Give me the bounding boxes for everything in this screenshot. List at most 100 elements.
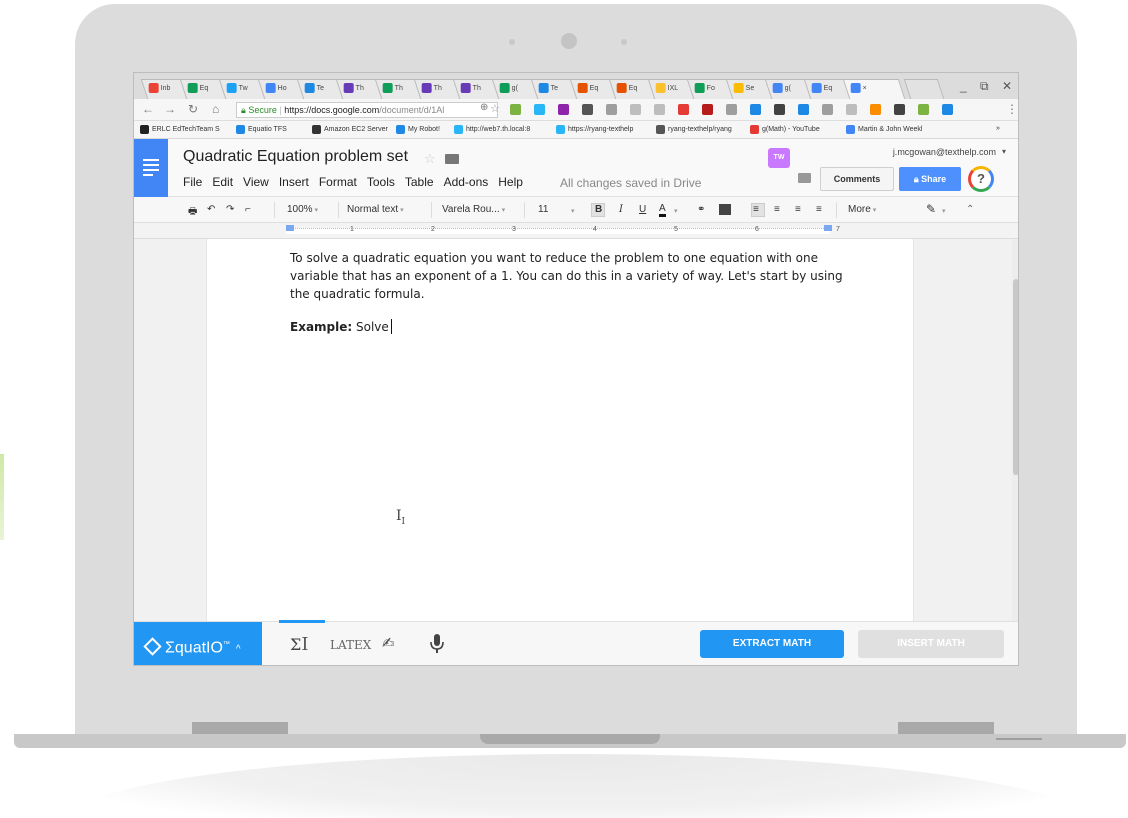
bookmark-item[interactable]: Equatio TFS (236, 125, 287, 134)
menu-help[interactable]: Help (498, 175, 523, 189)
collapse-toolbar-icon[interactable]: ⌃ (966, 204, 974, 215)
restore-icon[interactable]: ⧉ (980, 79, 989, 94)
editing-mode-pencil-icon[interactable]: ✎ (926, 202, 936, 216)
browser-extension-icon[interactable] (918, 104, 929, 115)
undo-icon[interactable]: ↶ (207, 204, 215, 215)
align-right-icon[interactable]: ≡ (795, 204, 801, 215)
bookmark-star-icon[interactable]: ☆ (490, 102, 500, 115)
menu-edit[interactable]: Edit (212, 175, 233, 189)
font-select[interactable]: Varela Rou... (442, 204, 505, 215)
zoom-page-icon[interactable]: ⊕ (480, 102, 488, 113)
browser-extension-icon[interactable] (726, 104, 737, 115)
bookmark-item[interactable]: Martin & John Weekl (846, 125, 922, 134)
share-button[interactable]: 🔒︎ Share (899, 167, 961, 191)
insert-math-button[interactable]: INSERT MATH (858, 630, 1004, 658)
browser-extension-icon[interactable] (582, 104, 593, 115)
comment-add-icon[interactable] (719, 204, 731, 215)
bookmark-item[interactable]: » (996, 125, 1000, 132)
scrollbar-thumb[interactable] (1013, 279, 1018, 475)
menu-table[interactable]: Table (405, 175, 434, 189)
latex-icon[interactable]: LATEX (330, 638, 371, 652)
browser-extension-icon[interactable] (822, 104, 833, 115)
menu-format[interactable]: Format (319, 175, 357, 189)
zoom-select[interactable]: 100% (287, 204, 318, 215)
docs-logo-icon[interactable] (134, 139, 168, 197)
redo-icon[interactable]: ↷ (226, 204, 234, 215)
bookmark-item[interactable]: ERLC EdTechTeam S (140, 125, 220, 134)
bookmark-item[interactable]: http://web7.th.local:8 (454, 125, 530, 134)
texthelp-extension-badge[interactable]: TW (768, 148, 790, 168)
minimize-icon[interactable]: _ (960, 79, 967, 93)
menu-addons[interactable]: Add-ons (444, 175, 489, 189)
menu-tools[interactable]: Tools (367, 175, 395, 189)
more-menu[interactable]: More (848, 204, 876, 215)
browser-extension-icon[interactable] (894, 104, 905, 115)
browser-extension-icon[interactable] (702, 104, 713, 115)
browser-extension-icon[interactable] (678, 104, 689, 115)
url-field[interactable]: 🔒︎ Secure | https://docs.google.com/docu… (236, 102, 498, 118)
style-select[interactable]: Normal text (347, 204, 404, 215)
text-color-chevron-icon[interactable]: ▾ (674, 207, 678, 215)
microphone-icon[interactable] (430, 634, 444, 654)
menu-view[interactable]: View (243, 175, 269, 189)
underline-button[interactable]: U (639, 204, 646, 215)
italic-button[interactable]: I (619, 204, 623, 215)
browser-extension-icon[interactable] (870, 104, 881, 115)
vertical-scrollbar[interactable] (1012, 239, 1018, 621)
back-icon[interactable]: ← (142, 102, 154, 116)
font-size-select[interactable]: 11 (538, 204, 548, 215)
browser-extension-icon[interactable] (750, 104, 761, 115)
chrome-menu-icon[interactable]: ⋮ (1006, 102, 1018, 116)
bold-button[interactable]: B (595, 204, 602, 215)
account-chevron-icon[interactable]: ▾ (1002, 147, 1006, 156)
paint-format-icon[interactable]: ⌐ (245, 204, 251, 215)
bookmark-item[interactable]: ryang-texthelp/ryang (656, 125, 732, 134)
folder-icon[interactable] (445, 154, 459, 164)
link-icon[interactable]: ⚭ (697, 204, 705, 215)
browser-extension-icon[interactable] (654, 104, 665, 115)
document-page[interactable]: To solve a quadratic equation you want t… (206, 239, 914, 621)
chat-icon[interactable] (798, 173, 811, 183)
bookmark-item[interactable]: Amazon EC2 Server (312, 125, 388, 134)
document-title[interactable]: Quadratic Equation problem set (183, 148, 408, 166)
star-icon[interactable]: ☆ (424, 151, 436, 167)
align-center-icon[interactable]: ≡ (774, 204, 780, 215)
browser-extension-icon[interactable] (606, 104, 617, 115)
menu-insert[interactable]: Insert (279, 175, 309, 189)
comments-button[interactable]: Comments (820, 167, 894, 191)
help-icon[interactable]: ? (968, 166, 994, 192)
equatio-logo[interactable]: ΣquatIO™ ^ (134, 622, 262, 665)
browser-extension-icon[interactable] (534, 104, 545, 115)
align-left-icon[interactable]: ≡ (753, 204, 759, 215)
body-paragraph[interactable]: To solve a quadratic equation you want t… (290, 249, 850, 303)
example-line[interactable]: Example: Solve (290, 319, 392, 334)
new-tab-button[interactable] (903, 79, 945, 99)
close-window-icon[interactable]: ✕ (1002, 79, 1012, 93)
browser-extension-icon[interactable] (630, 104, 641, 115)
indent-marker[interactable] (286, 225, 294, 231)
bookmark-item[interactable]: g(Math) - YouTube (750, 125, 820, 134)
menu-file[interactable]: File (183, 175, 202, 189)
bookmark-item[interactable]: My Robot! (396, 125, 440, 134)
browser-extension-icon[interactable] (846, 104, 857, 115)
home-icon[interactable]: ⌂ (212, 102, 219, 116)
handwriting-icon[interactable]: ✍ (382, 634, 395, 652)
text-color-button[interactable]: A (659, 204, 666, 217)
align-justify-icon[interactable]: ≡ (816, 204, 822, 215)
browser-extension-icon[interactable] (510, 104, 521, 115)
reload-icon[interactable]: ↻ (188, 102, 198, 116)
browser-tab[interactable]: × (842, 79, 906, 99)
browser-extension-icon[interactable] (942, 104, 953, 115)
forward-icon[interactable]: → (164, 102, 176, 116)
right-indent-marker[interactable] (824, 225, 832, 231)
math-input-icon[interactable]: ΣI (290, 634, 308, 655)
bookmark-item[interactable]: https://ryang-texthelp (556, 125, 633, 134)
browser-extension-icon[interactable] (558, 104, 569, 115)
editing-mode-chevron-icon[interactable]: ▾ (942, 207, 946, 215)
user-email[interactable]: j.mcgowan@texthelp.com (893, 147, 996, 157)
browser-extension-icon[interactable] (774, 104, 785, 115)
extract-math-button[interactable]: EXTRACT MATH (700, 630, 844, 658)
print-icon[interactable]: 🖶︎ (188, 204, 197, 221)
browser-extension-icon[interactable] (798, 104, 809, 115)
font-size-chevron-icon[interactable]: ▾ (571, 207, 575, 215)
